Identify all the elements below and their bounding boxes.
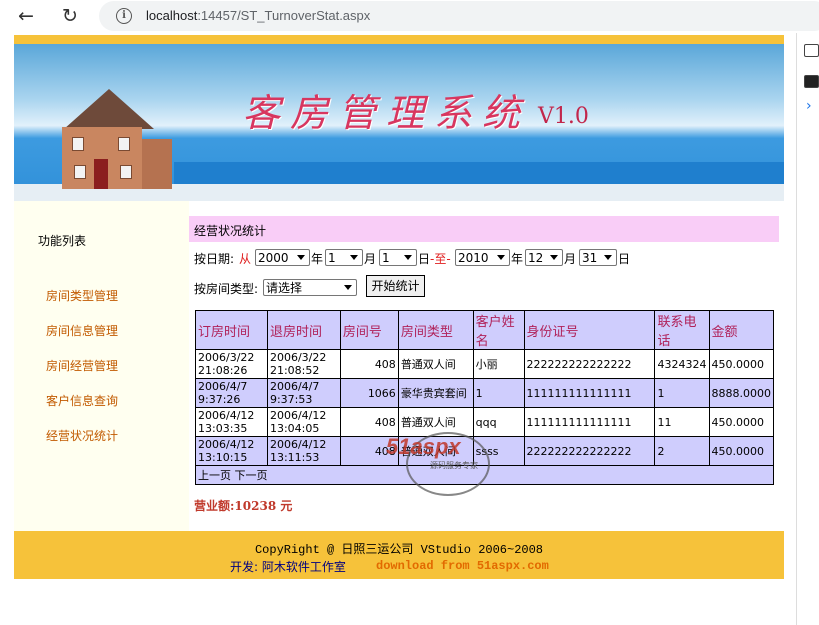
- cell-amount: 450.0000: [708, 349, 774, 379]
- chevron-right-icon[interactable]: ›: [806, 98, 812, 114]
- cell-amount: 450.0000: [708, 436, 774, 466]
- banner: 客房管理系统 V1.0: [14, 44, 784, 201]
- cell-amount: 8888.0000: [708, 378, 774, 408]
- col-header-checkout: 退房时间: [266, 310, 341, 350]
- browser-toolbar: ← ↻ i localhost:14457/ST_TurnoverStat.as…: [0, 0, 819, 33]
- house-window: [74, 165, 86, 179]
- banner-version: V1.0: [538, 104, 589, 129]
- watermark-tagline: 源码服务专家: [430, 461, 478, 470]
- from-year-select[interactable]: 2000: [255, 249, 310, 266]
- from-label: 从: [239, 252, 252, 266]
- cell-id-number: 222222222222222: [523, 349, 656, 379]
- col-header-checkin: 订房时间: [195, 310, 268, 350]
- from-day-select[interactable]: 1: [379, 249, 417, 266]
- sidebar: 功能列表 房间类型管理 房间信息管理 房间经营管理 客户信息查询 经营状况统计: [14, 201, 189, 531]
- table-row: 2006/3/22 21:08:26 2006/3/22 21:08:52 40…: [195, 349, 774, 379]
- download-source-text[interactable]: download from 51aspx.com: [376, 559, 549, 573]
- house-window: [120, 165, 132, 179]
- to-month-select[interactable]: 12: [525, 249, 563, 266]
- from-day-unit: 日: [418, 252, 431, 266]
- col-header-id-number: 身份证号: [523, 310, 656, 350]
- cell-id-number: 111111111111111: [523, 407, 656, 437]
- banner-title: 客房管理系统: [242, 91, 531, 135]
- cell-checkin: 2006/4/12 13:10:15: [195, 436, 268, 466]
- house-door: [94, 159, 108, 189]
- sidebar-item-room-info[interactable]: 房间信息管理: [46, 322, 118, 339]
- url-host: localhost: [146, 8, 198, 23]
- footer: CopyRight @ 日照三运公司 VStudio 2006~2008 开发:…: [14, 531, 784, 579]
- col-header-room-no: 房间号: [339, 310, 399, 350]
- sidebar-title: 功能列表: [38, 234, 87, 248]
- sidebar-item-business-stats[interactable]: 经营状况统计: [46, 427, 118, 444]
- cell-checkin: 2006/4/12 13:03:35: [195, 407, 268, 437]
- start-stats-button[interactable]: 开始统计: [366, 275, 425, 297]
- side-panel-icon[interactable]: [804, 44, 819, 57]
- to-year-unit: 年: [511, 252, 524, 266]
- date-label: 按日期:: [194, 252, 235, 266]
- watermark-brand: 51aspx: [386, 434, 461, 459]
- developer-name[interactable]: 阿木软件工作室: [262, 560, 346, 574]
- developer-line: 开发: 阿木软件工作室: [230, 558, 346, 575]
- house-window: [118, 137, 130, 151]
- house-logo: [54, 89, 174, 199]
- site-info-icon[interactable]: i: [116, 8, 132, 24]
- browser-side-panel: [796, 33, 819, 625]
- cell-phone: 4324324: [654, 349, 710, 379]
- cell-id-number: 222222222222222: [523, 436, 656, 466]
- section-header: 经营状况统计: [189, 216, 779, 242]
- house-window: [72, 137, 84, 151]
- top-bar: [14, 35, 784, 44]
- cell-checkin: 2006/3/22 21:08:26: [195, 349, 268, 379]
- table-header-row: 订房时间 退房时间 房间号 房间类型 客户姓名 身份证号 联系电话 金额: [195, 310, 774, 350]
- cell-checkin: 2006/4/7 9:37:26: [195, 378, 268, 408]
- url-text[interactable]: localhost:14457/ST_TurnoverStat.aspx: [146, 8, 370, 23]
- copyright-text: CopyRight @ 日照三运公司 VStudio 2006~2008: [254, 543, 544, 557]
- sidebar-item-customer-query[interactable]: 客户信息查询: [46, 392, 118, 409]
- cell-amount: 450.0000: [708, 407, 774, 437]
- reload-icon[interactable]: ↻: [57, 4, 83, 28]
- back-arrow-icon[interactable]: ←: [13, 4, 39, 28]
- col-header-room-type: 房间类型: [397, 310, 474, 350]
- developer-label: 开发:: [230, 560, 259, 574]
- cell-customer: 1: [472, 378, 525, 408]
- url-path: :14457/ST_TurnoverStat.aspx: [197, 8, 371, 23]
- to-day-select[interactable]: 31: [579, 249, 617, 266]
- cell-checkout: 2006/4/12 13:04:05: [266, 407, 341, 437]
- to-day-unit: 日: [618, 252, 631, 266]
- from-month-unit: 月: [364, 252, 377, 266]
- sidebar-item-room-business[interactable]: 房间经营管理: [46, 357, 118, 374]
- col-header-customer: 客户姓名: [472, 310, 525, 350]
- col-header-phone: 联系电话: [654, 310, 710, 350]
- cell-room-type: 豪华贵宾套间: [397, 378, 474, 408]
- house-side: [142, 139, 172, 189]
- cell-checkout: 2006/3/22 21:08:52: [266, 349, 341, 379]
- from-month-select[interactable]: 1: [325, 249, 363, 266]
- to-month-unit: 月: [564, 252, 577, 266]
- from-year-unit: 年: [311, 252, 324, 266]
- col-header-amount: 金额: [708, 310, 774, 350]
- cell-id-number: 111111111111111: [523, 378, 656, 408]
- to-year-select[interactable]: 2010: [455, 249, 510, 266]
- to-label: -至-: [430, 252, 451, 266]
- side-panel-toggle-icon[interactable]: [804, 75, 819, 88]
- cell-checkout: 2006/4/12 13:11:53: [266, 436, 341, 466]
- turnover-total: 营业额:10238 元: [194, 499, 293, 513]
- watermark-logo: 51aspx 源码服务专家: [372, 432, 492, 496]
- room-type-select[interactable]: 请选择: [263, 279, 357, 296]
- sidebar-item-room-type[interactable]: 房间类型管理: [46, 287, 118, 304]
- cell-phone: 2: [654, 436, 710, 466]
- section-title: 经营状况统计: [194, 224, 267, 238]
- table-row: 2006/4/7 9:37:26 2006/4/7 9:37:53 1066 豪…: [195, 378, 774, 408]
- cell-checkout: 2006/4/7 9:37:53: [266, 378, 341, 408]
- banner-stripe: [174, 162, 784, 184]
- room-type-label: 按房间类型:: [194, 282, 259, 296]
- cell-phone: 1: [654, 378, 710, 408]
- cell-customer: 小丽: [472, 349, 525, 379]
- cell-room-no: 408: [339, 349, 399, 379]
- house-roof: [64, 89, 154, 129]
- cell-room-type: 普通双人间: [397, 349, 474, 379]
- cell-phone: 11: [654, 407, 710, 437]
- cell-room-no: 1066: [339, 378, 399, 408]
